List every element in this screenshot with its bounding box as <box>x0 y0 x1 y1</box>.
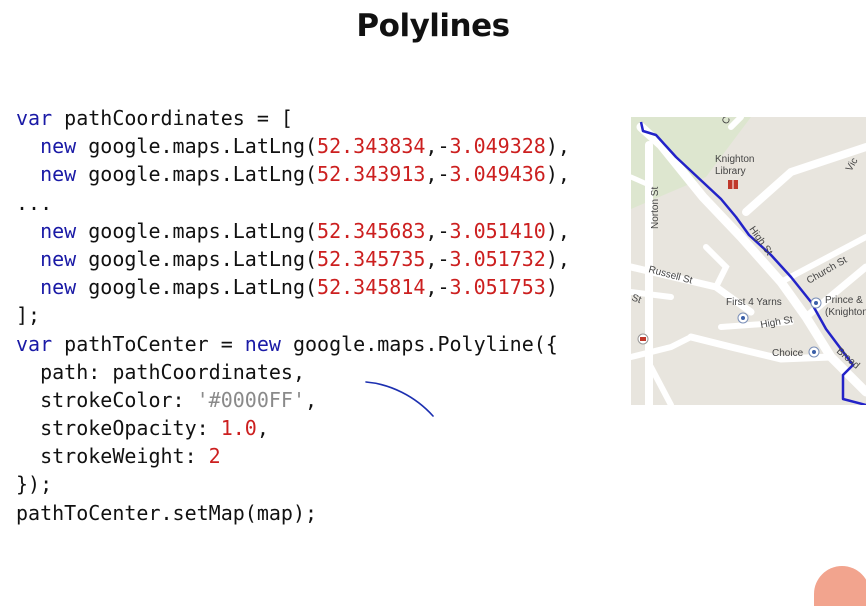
code-line: var pathCoordinates = [ <box>16 104 570 132</box>
map-screenshot: Knighton Library Norton St Russell St Hi… <box>631 117 866 405</box>
code-line: pathToCenter.setMap(map); <box>16 499 570 527</box>
code-text: ), <box>545 218 570 243</box>
code-text: google.maps.Polyline({ <box>280 331 558 356</box>
code-line: new google.maps.LatLng(52.345683,-3.0514… <box>16 217 570 245</box>
code-string: '#0000FF' <box>196 387 305 412</box>
code-text: google.maps.LatLng( <box>76 246 318 271</box>
code-number: 3.051732 <box>449 246 546 271</box>
map-label-prince: Prince & P <box>825 295 866 306</box>
code-line: ]; <box>16 301 570 329</box>
slide-title: Polylines <box>356 8 510 44</box>
code-number: 1.0 <box>220 416 257 441</box>
pen-annotation-stroke <box>365 381 434 417</box>
code-line: strokeWeight: 2 <box>16 442 570 470</box>
code-number: 3.051410 <box>449 218 546 243</box>
code-text: ), <box>545 134 570 159</box>
code-line: ... <box>16 189 570 217</box>
code-line: strokeOpacity: 1.0, <box>16 414 570 442</box>
code-line: }); <box>16 470 570 498</box>
code-keyword: new <box>40 218 77 243</box>
code-number: 52.345814 <box>317 275 426 300</box>
code-keyword: new <box>40 246 77 271</box>
code-text: google.maps.LatLng( <box>76 218 318 243</box>
map-label-norton: Norton St <box>650 187 661 229</box>
code-keyword: var <box>16 106 53 130</box>
code-text: strokeOpacity: <box>16 416 221 441</box>
code-number: 52.343913 <box>317 162 426 187</box>
code-number: 3.049436 <box>449 162 546 187</box>
code-block: var pathCoordinates = [ new google.maps.… <box>16 104 570 527</box>
map-label-library: Knighton <box>715 154 754 165</box>
code-line: strokeColor: '#0000FF', <box>16 386 570 414</box>
map-label-choice: Choice <box>772 348 804 359</box>
code-text: path: pathCoordinates, <box>16 359 305 384</box>
code-keyword: new <box>40 162 77 187</box>
code-text: ), <box>545 162 570 187</box>
code-text: strokeColor: <box>16 387 197 412</box>
play-button-icon[interactable] <box>814 566 866 606</box>
code-number: 3.051753 <box>449 275 546 300</box>
code-text: , <box>256 416 269 441</box>
map-label-library2: Library <box>715 166 746 177</box>
code-text: ), <box>545 246 570 271</box>
code-line: var pathToCenter = new google.maps.Polyl… <box>16 330 570 358</box>
code-text: ,- <box>425 275 450 300</box>
code-line: path: pathCoordinates, <box>16 358 570 386</box>
code-text: ,- <box>425 246 450 271</box>
code-line: new google.maps.LatLng(52.343913,-3.0494… <box>16 160 570 188</box>
code-text: }); <box>16 472 53 497</box>
code-number: 52.343834 <box>317 134 426 159</box>
code-text: strokeWeight: <box>16 444 209 469</box>
code-text: pathCoordinates = [ <box>52 106 293 130</box>
code-text: ,- <box>425 162 450 187</box>
code-keyword: var <box>16 331 53 356</box>
code-text: ) <box>545 275 558 300</box>
code-text: google.maps.LatLng( <box>76 162 318 187</box>
code-text: pathToCenter.setMap(map); <box>16 500 318 525</box>
map-label-prince2: (Knighton <box>825 307 866 318</box>
code-keyword: new <box>40 275 77 300</box>
code-text: google.maps.LatLng( <box>76 134 318 159</box>
code-text: google.maps.LatLng( <box>76 275 318 300</box>
code-text: ,- <box>425 218 450 243</box>
map-pin-icon <box>737 312 749 324</box>
code-line: new google.maps.LatLng(52.345814,-3.0517… <box>16 273 570 301</box>
map-label-yarns: First 4 Yarns <box>726 297 782 308</box>
map-pin-icon <box>637 333 649 345</box>
code-number: 3.049328 <box>449 134 546 159</box>
code-text: pathToCenter = <box>52 331 245 356</box>
library-icon <box>728 180 738 189</box>
code-line: new google.maps.LatLng(52.343834,-3.0493… <box>16 132 570 160</box>
map-canvas: Knighton Library Norton St Russell St Hi… <box>631 117 866 405</box>
code-keyword: new <box>244 331 281 356</box>
code-number: 52.345735 <box>317 246 426 271</box>
code-number: 2 <box>208 444 221 469</box>
code-number: 52.345683 <box>317 218 426 243</box>
code-line: new google.maps.LatLng(52.345735,-3.0517… <box>16 245 570 273</box>
code-text: , <box>305 387 318 412</box>
code-text: ]; <box>16 303 41 328</box>
code-text: ... <box>16 190 53 215</box>
map-pin-icon <box>808 346 820 358</box>
shop-icon <box>810 297 822 309</box>
code-keyword: new <box>40 134 77 159</box>
code-text: ,- <box>425 134 450 159</box>
